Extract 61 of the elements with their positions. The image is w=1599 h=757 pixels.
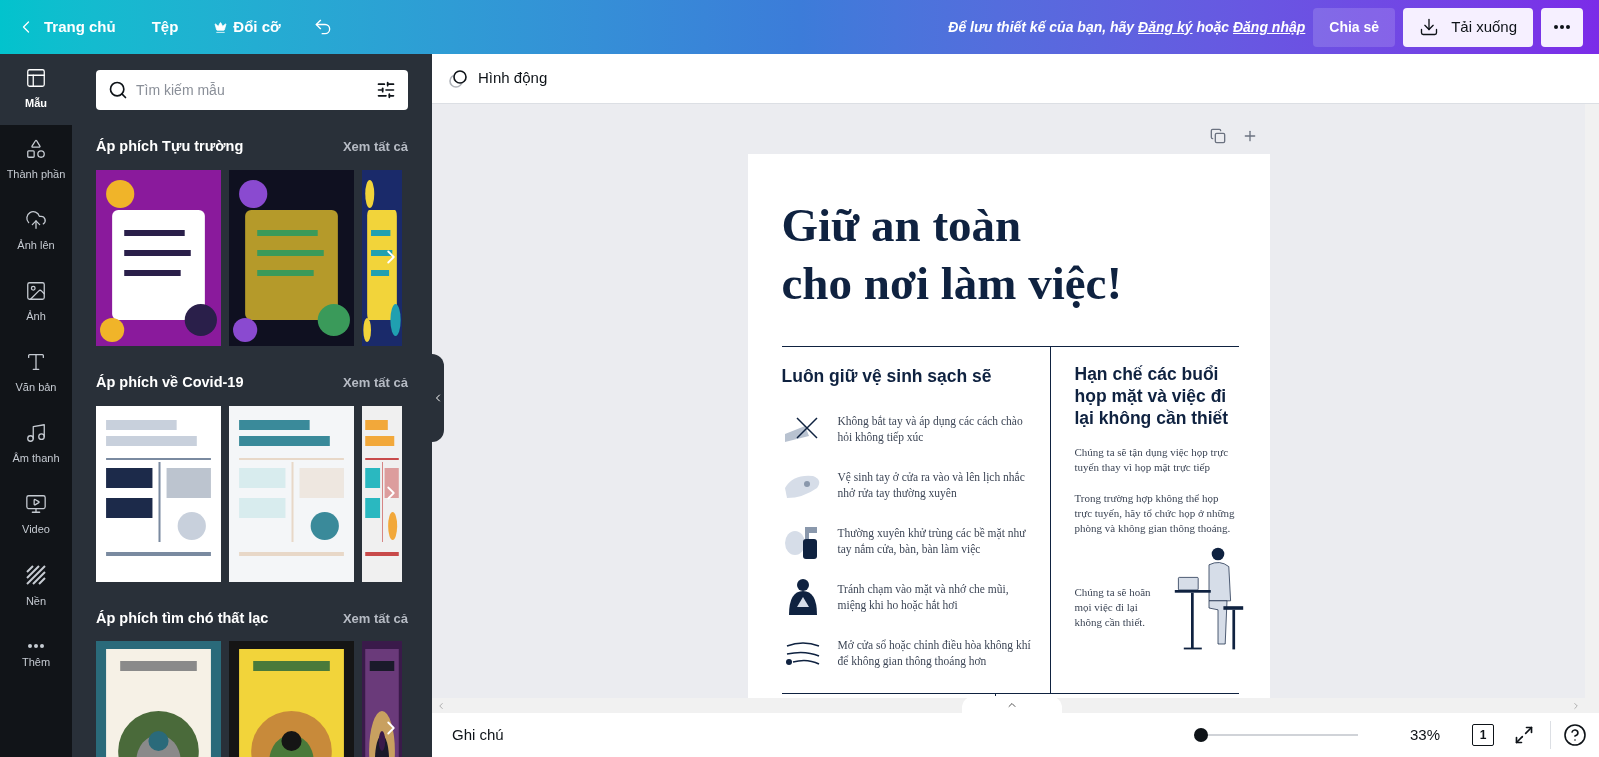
shapes-icon — [25, 138, 47, 161]
more-icon — [1554, 25, 1570, 29]
horizontal-scrollbar[interactable] — [432, 698, 1585, 713]
vertical-scrollbar[interactable] — [1585, 104, 1599, 713]
paragraph: Trong trường hợp không thể họp trực tuyến, hãy tổ chức họp ở những phòng và không gian thông thoáng. — [1074, 491, 1235, 536]
sidebar-item[interactable]: Thành phần — [0, 125, 72, 196]
crown-icon — [214, 20, 228, 34]
log-in-link[interactable]: Đăng nhập — [1232, 18, 1306, 35]
animate-button[interactable]: Hình động — [448, 67, 548, 90]
sidebar-item[interactable]: Văn bản — [0, 338, 72, 409]
video-icon — [25, 493, 47, 516]
image-icon — [25, 280, 47, 303]
scroll-right-icon — [1571, 700, 1581, 711]
search-icon — [108, 80, 128, 100]
column-heading: Hạn chế các buổi họp mặt và việc đi lại không cần thiết — [1074, 363, 1230, 429]
search-field[interactable]: Tìm kiếm mẫu — [96, 70, 408, 110]
download-button[interactable]: Tải xuống — [1403, 7, 1533, 47]
zoom-slider-thumb[interactable] — [1193, 728, 1208, 742]
page-count-button[interactable]: 1 — [1472, 724, 1494, 746]
sidebar-item[interactable]: Thêm — [0, 622, 72, 693]
duplicate-page-icon[interactable] — [1209, 128, 1226, 144]
save-prompt: Để lưu thiết kế của bạn, hãy Đăng ký hoặc Đăng nhập — [948, 17, 1306, 37]
paragraph: Chúng ta sẽ hoãn mọi việc đi lại không cần thiết. — [1074, 585, 1152, 630]
download-icon — [1419, 17, 1440, 37]
paragraph: Chúng ta sẽ tận dụng việc họp trực tuyến thay vì họp mặt trực tiếp — [1074, 445, 1229, 475]
tip-text: Vệ sinh tay ở cửa ra vào và lên lịch nhắc nhở rửa tay thường xuyên — [837, 470, 1026, 502]
share-button[interactable]: Chia sẻ — [1313, 7, 1396, 47]
see-all-link[interactable]: Xem tất cả — [342, 372, 408, 393]
collapse-panel-handle[interactable] — [432, 354, 444, 442]
see-all-link[interactable]: Xem tất cả — [342, 608, 408, 629]
more-button[interactable] — [1541, 7, 1583, 47]
sign-up-link[interactable]: Đăng ký — [1138, 18, 1193, 35]
sidebar-item[interactable]: Mẫu — [0, 54, 72, 125]
zoom-slider[interactable] — [1193, 728, 1358, 742]
tip-text: Mở cửa sổ hoặc chỉnh điều hòa không khí để không gian thông thoáng hơn — [837, 638, 1032, 670]
column-heading: Luôn giữ vệ sinh sạch sẽ — [781, 365, 993, 388]
poster-title: Giữ an toàn cho nơi làm việc! — [781, 198, 1124, 311]
zoom-reading: 33% — [1409, 724, 1440, 745]
template-icon — [25, 67, 47, 90]
tip-text: Không bắt tay và áp dụng các cách chào hỏi không tiếp xúc — [837, 414, 1024, 446]
scroll-left-icon — [436, 700, 446, 711]
section-title: Áp phích về Covid-19 — [96, 372, 244, 392]
more-icon — [28, 644, 44, 649]
sidebar-item[interactable]: Video — [0, 480, 72, 551]
sidebar-item[interactable]: Ảnh lên — [0, 196, 72, 267]
see-all-link[interactable]: Xem tất cả — [342, 137, 408, 157]
animate-icon — [448, 68, 468, 89]
sidebar-item[interactable]: Ảnh — [0, 267, 72, 338]
filter-icon[interactable] — [376, 80, 396, 100]
search-input[interactable]: Tìm kiếm mẫu — [136, 79, 368, 101]
music-icon — [25, 422, 47, 445]
sidebar-item[interactable]: Nền — [0, 551, 72, 622]
notes-button[interactable]: Ghi chú — [452, 723, 504, 747]
tip-text: Thường xuyên khử trùng các bề mặt như tay nắm cửa, bàn, bàn làm việc — [837, 526, 1027, 558]
tip-text: Tránh chạm vào mặt và nhớ che mũi, miệng khi ho hoặc hắt hơi — [837, 582, 1010, 614]
fullscreen-icon[interactable] — [1514, 725, 1534, 745]
section-title: Áp phích tìm chó thất lạc — [96, 608, 269, 628]
sidebar-item[interactable]: Âm thanh — [0, 409, 72, 480]
section-title: Áp phích Tựu trường — [96, 137, 244, 156]
upload-icon — [25, 209, 47, 232]
help-icon[interactable] — [1563, 723, 1587, 747]
